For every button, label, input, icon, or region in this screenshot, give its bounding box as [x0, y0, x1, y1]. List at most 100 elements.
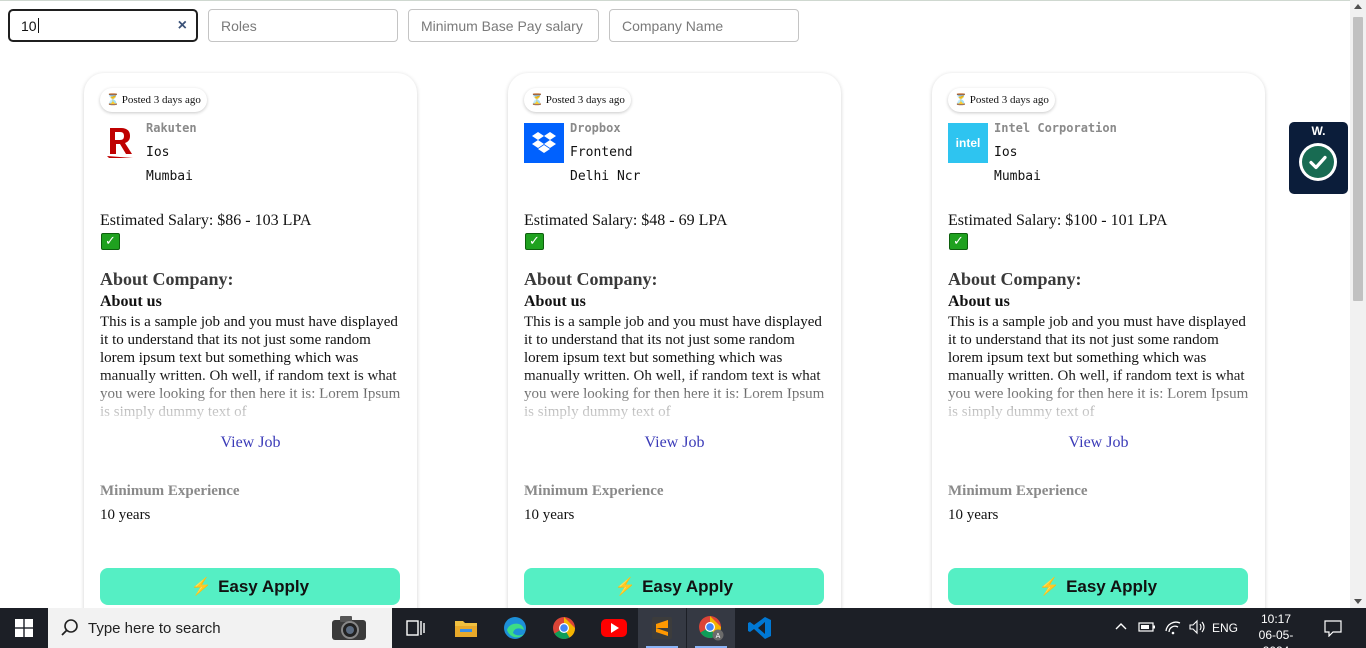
view-job-link[interactable]: View Job: [508, 434, 841, 452]
hourglass-icon: ⏳: [530, 94, 544, 106]
job-card: ⏳ Posted 3 days ago intel Intel Corporati…: [932, 73, 1265, 633]
text-caret: [37, 18, 39, 33]
posted-badge: ⏳ Posted 3 days ago: [100, 88, 207, 112]
about-company-heading: About Company:: [524, 269, 658, 289]
search-placeholder: Type here to search: [88, 620, 221, 637]
file-explorer-icon[interactable]: [442, 608, 490, 648]
floating-extension-widget[interactable]: W.: [1289, 122, 1348, 194]
description-fade: [946, 373, 1256, 437]
camera-icon: [326, 612, 374, 648]
min-experience-label: Minimum Experience: [524, 483, 664, 499]
company-name: Rakuten: [146, 121, 197, 135]
min-experience-value: 10 years: [100, 507, 151, 523]
chrome-profile-icon[interactable]: A: [687, 608, 735, 648]
easy-apply-button[interactable]: ⚡ Easy Apply: [100, 568, 400, 605]
easy-apply-label: Easy Apply: [642, 576, 734, 596]
hourglass-icon: ⏳: [954, 94, 968, 106]
min-experience-value: 10 years: [524, 507, 575, 523]
experience-value-text: 10: [21, 18, 37, 34]
company-name-filter-input[interactable]: Company Name: [609, 9, 799, 42]
posted-badge: ⏳ Posted 3 days ago: [524, 88, 631, 112]
posted-badge: ⏳ Posted 3 days ago: [948, 88, 1055, 112]
svg-text:A: A: [716, 633, 721, 640]
scroll-down-arrow-icon[interactable]: [1354, 599, 1362, 604]
min-experience-label: Minimum Experience: [948, 483, 1088, 499]
clock-time: 10:17: [1260, 612, 1292, 626]
min-base-pay-placeholder: Minimum Base Pay salary: [421, 18, 583, 34]
roles-filter-input[interactable]: Roles: [208, 9, 398, 42]
job-role: Ios: [146, 145, 170, 160]
easy-apply-label: Easy Apply: [218, 576, 310, 596]
scrollbar-thumb[interactable]: [1353, 17, 1363, 301]
company-name: Intel Corporation: [994, 121, 1117, 135]
job-location: Delhi Ncr: [570, 169, 641, 184]
check-circle-inner: [1302, 146, 1334, 178]
description-fade: [98, 373, 408, 437]
roles-placeholder: Roles: [221, 18, 257, 34]
checkmark-icon: ✓: [101, 233, 120, 250]
taskbar-search-box[interactable]: Type here to search: [48, 608, 392, 648]
edge-icon[interactable]: [491, 608, 539, 648]
chrome-icon[interactable]: [540, 608, 588, 648]
search-icon: [60, 618, 80, 643]
checkmark-icon: ✓: [949, 233, 968, 250]
sublime-text-icon[interactable]: [638, 608, 686, 648]
min-base-pay-filter-input[interactable]: Minimum Base Pay salary: [408, 9, 599, 42]
intel-logo-icon: intel: [948, 123, 988, 163]
notification-icon[interactable]: [1310, 608, 1356, 648]
posted-text: Posted 3 days ago: [121, 94, 201, 106]
lightning-icon: ⚡: [1038, 576, 1061, 596]
about-us-heading: About us: [948, 293, 1010, 310]
easy-apply-label: Easy Apply: [1066, 576, 1158, 596]
chevron-up-icon[interactable]: [1114, 620, 1128, 637]
scroll-up-arrow-icon[interactable]: [1354, 4, 1362, 9]
battery-icon[interactable]: [1138, 621, 1156, 636]
vscode-icon[interactable]: [736, 608, 784, 648]
company-name-placeholder: Company Name: [622, 18, 724, 34]
widget-label: W.: [1311, 124, 1326, 138]
lightning-icon: ⚡: [190, 576, 213, 596]
experience-filter-input[interactable]: 10 ×: [8, 9, 198, 42]
windows-start-icon[interactable]: [0, 608, 48, 648]
rakuten-logo-icon: [100, 123, 140, 163]
volume-icon[interactable]: [1188, 619, 1206, 638]
page-top-border: [0, 0, 1350, 1]
posted-text: Posted 3 days ago: [969, 94, 1049, 106]
job-location: Mumbai: [146, 169, 193, 184]
task-view-icon[interactable]: [392, 608, 440, 648]
checkmark-icon: ✓: [525, 233, 544, 250]
check-circle-icon: [1299, 143, 1337, 181]
job-role: Frontend: [570, 145, 633, 160]
job-card: ⏳ Posted 3 days ago Rakuten Ios Mumbai Es…: [84, 73, 417, 633]
hourglass-icon: ⏳: [106, 94, 120, 106]
view-job-link[interactable]: View Job: [84, 434, 417, 452]
min-experience-value: 10 years: [948, 507, 999, 523]
windows-taskbar: Type here to search A ENG 10:17 06-05-: [0, 608, 1366, 648]
experience-value: 10: [21, 18, 39, 34]
language-indicator[interactable]: ENG: [1212, 621, 1238, 635]
job-location: Mumbai: [994, 169, 1041, 184]
wifi-icon[interactable]: [1164, 619, 1182, 638]
about-us-heading: About us: [524, 293, 586, 310]
description-fade: [522, 373, 832, 437]
clock-date: 06-05-2024: [1258, 628, 1294, 648]
about-company-heading: About Company:: [948, 269, 1082, 289]
job-card: ⏳ Posted 3 days ago Dropbox Frontend Delh…: [508, 73, 841, 633]
job-role: Ios: [994, 145, 1018, 160]
posted-text: Posted 3 days ago: [545, 94, 625, 106]
clear-icon[interactable]: ×: [178, 17, 187, 35]
taskbar-clock[interactable]: 10:17 06-05-2024: [1246, 611, 1306, 648]
company-name: Dropbox: [570, 121, 621, 135]
youtube-icon[interactable]: [590, 608, 638, 648]
view-job-link[interactable]: View Job: [932, 434, 1265, 452]
easy-apply-button[interactable]: ⚡ Easy Apply: [948, 568, 1248, 605]
estimated-salary: Estimated Salary: $48 - 69 LPA: [524, 212, 728, 229]
easy-apply-button[interactable]: ⚡ Easy Apply: [524, 568, 824, 605]
vertical-scrollbar[interactable]: [1350, 0, 1366, 608]
estimated-salary: Estimated Salary: $100 - 101 LPA: [948, 212, 1168, 229]
about-us-heading: About us: [100, 293, 162, 310]
lightning-icon: ⚡: [614, 576, 637, 596]
dropbox-logo-icon: [524, 123, 564, 163]
about-company-heading: About Company:: [100, 269, 234, 289]
estimated-salary: Estimated Salary: $86 - 103 LPA: [100, 212, 312, 229]
